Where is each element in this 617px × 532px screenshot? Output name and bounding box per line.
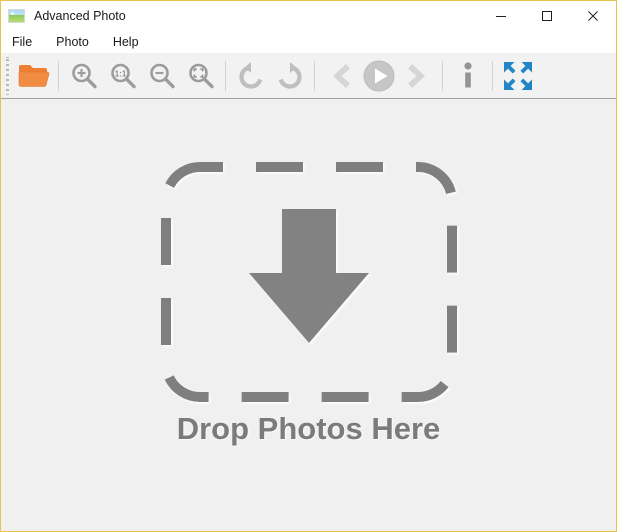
zoom-one-to-one-icon: 1:1 xyxy=(110,63,136,88)
toolbar-separator-1 xyxy=(58,60,59,91)
menu-item-photo[interactable]: Photo xyxy=(54,34,99,51)
zoom-in-icon xyxy=(71,63,97,88)
zoom-fit-button[interactable] xyxy=(181,54,220,97)
photo-canvas[interactable]: Drop Photos Here xyxy=(1,99,616,531)
toolbar-separator-4 xyxy=(442,60,443,91)
zoom-fit-icon xyxy=(188,63,214,88)
menu-bar: File Photo Help xyxy=(1,31,616,53)
chevron-right-icon xyxy=(407,63,425,88)
maximize-button[interactable] xyxy=(524,1,570,31)
svg-text:1:1: 1:1 xyxy=(114,69,126,78)
menu-item-file[interactable]: File xyxy=(10,34,42,51)
rotate-left-button[interactable] xyxy=(231,54,270,97)
chevron-left-icon xyxy=(332,63,350,88)
drop-zone-label: Drop Photos Here xyxy=(176,411,441,446)
menu-item-help[interactable]: Help xyxy=(111,34,149,51)
info-button[interactable] xyxy=(448,54,487,97)
next-button[interactable] xyxy=(398,54,437,97)
info-icon xyxy=(463,61,472,87)
toolbar-separator-5 xyxy=(492,60,493,91)
maximize-icon xyxy=(542,11,552,21)
toolbar-separator-2 xyxy=(225,60,226,91)
close-button[interactable] xyxy=(570,1,616,31)
play-circle-icon xyxy=(363,60,394,91)
drop-zone[interactable]: Drop Photos Here xyxy=(154,159,464,444)
rotate-left-icon xyxy=(238,61,262,89)
app-window: Advanced Photo File Photo Help 1:1 Drop … xyxy=(0,0,617,532)
open-folder-icon xyxy=(18,64,49,87)
slideshow-play-button[interactable] xyxy=(359,54,398,97)
title-bar: Advanced Photo xyxy=(1,1,616,31)
minimize-button[interactable] xyxy=(478,1,524,31)
zoom-actual-size-button[interactable]: 1:1 xyxy=(103,54,142,97)
drop-arrow-down-icon xyxy=(160,162,457,402)
title-bar-left: Advanced Photo xyxy=(1,9,126,23)
photo-landscape-icon xyxy=(8,9,25,23)
fullscreen-icon xyxy=(503,61,532,90)
toolbar-separator-3 xyxy=(314,60,315,91)
minimize-icon xyxy=(496,16,506,17)
zoom-in-button[interactable] xyxy=(64,54,103,97)
close-icon xyxy=(588,11,598,21)
drop-zone-graphic xyxy=(156,159,462,409)
window-title: Advanced Photo xyxy=(34,8,126,23)
zoom-out-icon xyxy=(149,63,175,88)
previous-button[interactable] xyxy=(320,54,359,97)
toolbar: 1:1 xyxy=(1,53,616,99)
rotate-right-icon xyxy=(278,61,302,89)
fullscreen-button[interactable] xyxy=(498,54,537,97)
window-controls xyxy=(478,1,616,31)
zoom-out-button[interactable] xyxy=(142,54,181,97)
open-folder-button[interactable] xyxy=(14,54,53,97)
toolbar-grip[interactable] xyxy=(3,56,12,95)
rotate-right-button[interactable] xyxy=(270,54,309,97)
